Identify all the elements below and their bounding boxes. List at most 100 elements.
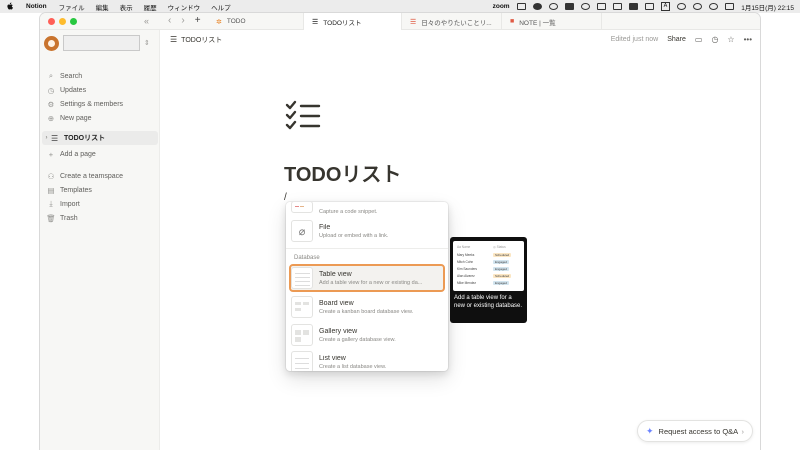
sidebar-item-create-teamspace[interactable]: ⚇ Create a teamspace xyxy=(46,170,156,182)
tab-todo[interactable]: ✲ TODO xyxy=(208,13,304,30)
breadcrumb[interactable]: ☰ TODOリスト xyxy=(170,35,222,45)
zoom-window-button[interactable] xyxy=(70,17,77,25)
table-preview-image: Aa Name ◎ Status Mary Meeks Scheduled Mitc… xyxy=(453,241,524,291)
menu-app-name[interactable]: Notion xyxy=(26,3,47,10)
battery-icon[interactable] xyxy=(644,3,654,10)
menu-item-desc: Add a table view for a new or existing d… xyxy=(319,279,423,286)
menu-item-label: Board view xyxy=(319,299,354,307)
sidebar-item-label: Import xyxy=(60,200,80,208)
menu-history[interactable]: 履歴 xyxy=(144,2,157,12)
nav-buttons: ‹ › + xyxy=(168,15,201,26)
template-icon: ▤ xyxy=(47,185,55,195)
menu-item-desc: Create a gallery database view. xyxy=(319,336,396,343)
menu-item-desc: Upload or embed with a link. xyxy=(319,232,389,239)
tab-daily-list[interactable]: ☰ 日々のやりたいことリ... xyxy=(402,13,502,30)
sidebar-item-new-page[interactable]: ⊕ New page xyxy=(46,112,156,124)
tab-label: TODOリスト xyxy=(323,19,362,27)
plus-icon: + xyxy=(48,149,54,159)
hat-icon[interactable] xyxy=(564,3,574,10)
wifi-icon[interactable] xyxy=(693,3,703,10)
menu-view[interactable]: 表示 xyxy=(120,2,133,12)
menu-item-file[interactable]: ⌀ File Upload or embed with a link. xyxy=(291,219,443,243)
zoom-tray-label[interactable]: zoom xyxy=(493,3,510,10)
window-titlebar: « ‹ › + ✲ TODO ☰ TODOリスト ☰ 日々のやりたいことリ...… xyxy=(40,13,760,30)
menu-item-label: List view xyxy=(319,354,346,362)
checklist-icon: ☰ xyxy=(170,35,178,44)
tab-todo-list[interactable]: ☰ TODOリスト xyxy=(304,13,402,30)
apple-logo-icon[interactable] xyxy=(6,2,14,11)
close-window-button[interactable] xyxy=(48,17,55,25)
chevron-updown-icon: ⇕ xyxy=(144,40,150,47)
share-button[interactable]: Share xyxy=(667,36,686,43)
slash-command-text[interactable]: / xyxy=(284,192,287,203)
chevron-right-icon: › xyxy=(741,426,745,436)
menu-item-table-view[interactable]: Table view Add a table view for a new or… xyxy=(289,264,445,292)
menu-item-label: Table view xyxy=(319,270,352,278)
back-arrow-icon[interactable]: ‹ xyxy=(168,15,171,26)
red-book-icon: ■ xyxy=(510,18,515,25)
sidebar-item-import[interactable]: ⤓ Import xyxy=(46,198,156,210)
menu-help[interactable]: ヘルプ xyxy=(211,2,231,12)
more-dots-icon[interactable]: ••• xyxy=(744,35,752,44)
menu-item-gallery-view[interactable]: Gallery view Create a gallery database v… xyxy=(291,323,443,347)
preview-row: Alan Alvarez Scheduled xyxy=(457,273,512,278)
control-center-icon[interactable] xyxy=(725,3,735,10)
menu-item-label: File xyxy=(319,223,331,231)
history-clock-icon[interactable]: ◷ xyxy=(711,35,718,44)
workspace-switcher[interactable]: ⇕ xyxy=(44,34,156,52)
menu-item-board-view[interactable]: Board view Create a kanban board databas… xyxy=(291,295,443,319)
menu-edit[interactable]: 編集 xyxy=(96,2,109,12)
table-view-preview-tooltip: Aa Name ◎ Status Mary Meeks Scheduled Mitc… xyxy=(450,237,527,323)
new-tab-plus-icon[interactable]: + xyxy=(195,15,201,26)
comment-icon[interactable]: ▭ xyxy=(695,35,703,44)
chevron-right-icon[interactable]: › xyxy=(42,135,51,141)
tab-note-list[interactable]: ■ NOTE | 一覧 xyxy=(502,13,602,30)
minimize-window-button[interactable] xyxy=(59,17,66,25)
sidebar-item-label: Updates xyxy=(60,86,87,94)
orange-sparkle-icon: ✲ xyxy=(216,18,222,26)
gallery-thumbnail-icon xyxy=(291,324,313,346)
preview-header: Aa Name ◎ Status xyxy=(457,244,506,249)
star-icon[interactable]: ☆ xyxy=(727,35,734,44)
menu-file[interactable]: ファイル xyxy=(59,2,85,12)
menu-item-list-view[interactable]: List view Create a list database view. xyxy=(291,350,443,371)
bluetooth-icon[interactable] xyxy=(677,3,687,10)
preview-row: Mike Mendez Engaged xyxy=(457,280,510,285)
sidebar-item-label: Settings & members xyxy=(60,100,124,108)
cloud-icon[interactable] xyxy=(532,3,542,10)
sidebar-page-todo-list[interactable]: › ☰ TODOリスト xyxy=(42,131,158,145)
page-title[interactable]: TODOリスト xyxy=(284,158,401,187)
sidebar-item-updates[interactable]: ◷ Updates xyxy=(46,84,156,96)
menu-item-desc: Create a list database view. xyxy=(319,363,387,370)
menu-item-desc: Capture a code snippet. xyxy=(319,209,378,215)
sidebar-item-settings[interactable]: ⚙ Settings & members xyxy=(46,98,156,110)
sidebar-item-label: New page xyxy=(60,114,92,122)
volume-icon[interactable] xyxy=(628,3,638,10)
input-source-indicator[interactable]: A xyxy=(660,2,671,11)
sync-icon[interactable] xyxy=(580,3,590,10)
request-qa-access-button[interactable]: ✦ Request access to Q&A › xyxy=(637,420,753,442)
sidebar-add-page[interactable]: + Add a page xyxy=(46,148,156,160)
collapse-sidebar-icon[interactable]: « xyxy=(144,16,149,26)
table-thumbnail-icon xyxy=(291,267,313,289)
shield-icon[interactable] xyxy=(548,3,558,10)
menu-item-label: Gallery view xyxy=(319,327,358,335)
menu-item-text: Table view Add a table view for a new or… xyxy=(319,271,422,286)
search-tray-icon[interactable] xyxy=(709,3,719,10)
page-checklist-icon[interactable] xyxy=(285,100,321,132)
sidebar-item-trash[interactable]: 🗑 Trash xyxy=(46,212,156,224)
display-icon[interactable] xyxy=(596,3,606,10)
forward-arrow-icon[interactable]: › xyxy=(181,15,184,26)
sidebar-item-search[interactable]: ⌕ Search xyxy=(46,70,156,82)
menu-window[interactable]: ウィンドウ xyxy=(168,2,201,12)
screen-record-icon[interactable] xyxy=(516,3,526,10)
edited-status: Edited just now xyxy=(610,36,659,43)
list-thumbnail-icon xyxy=(291,351,313,371)
people-icon: ⚇ xyxy=(47,171,55,181)
breadcrumb-label: TODOリスト xyxy=(181,36,223,44)
sidebar-item-templates[interactable]: ▤ Templates xyxy=(46,184,156,196)
clock-datetime[interactable]: 1月15日(月) 22:15 xyxy=(741,2,794,12)
search-icon: ⌕ xyxy=(48,71,54,80)
monitor-icon[interactable] xyxy=(612,3,622,10)
menu-item-text: Capture a code snippet. xyxy=(319,207,377,215)
